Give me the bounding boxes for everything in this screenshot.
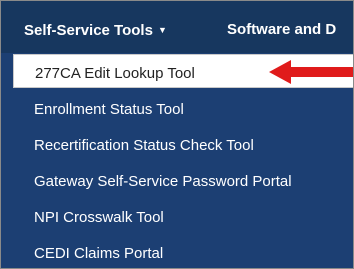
nav-software-and-downloads[interactable]: Software and D <box>227 1 336 53</box>
nav-self-service-tools[interactable]: Self-Service Tools ▼ <box>24 1 167 53</box>
screenshot-frame: Self-Service Tools ▼ Software and D 277CA… <box>0 0 354 269</box>
menu-item-cedi-claims-portal[interactable]: CEDI Claims Portal <box>1 235 353 268</box>
menu-item-enrollment-status[interactable]: Enrollment Status Tool <box>1 91 353 125</box>
red-arrow-icon <box>269 60 353 84</box>
menu-item-recertification-status[interactable]: Recertification Status Check Tool <box>1 127 353 161</box>
menu-item-npi-crosswalk[interactable]: NPI Crosswalk Tool <box>1 199 353 233</box>
nav-software-label: Software and D <box>227 21 337 38</box>
nav-self-service-tools-label: Self-Service Tools <box>24 22 153 39</box>
menu-item-gateway-password-portal[interactable]: Gateway Self-Service Password Portal <box>1 163 353 197</box>
caret-down-icon: ▼ <box>157 25 167 35</box>
top-navbar: Self-Service Tools ▼ Software and D <box>1 1 353 53</box>
self-service-dropdown-menu: 277CA Edit Lookup Tool Enrollment Status… <box>1 54 353 268</box>
